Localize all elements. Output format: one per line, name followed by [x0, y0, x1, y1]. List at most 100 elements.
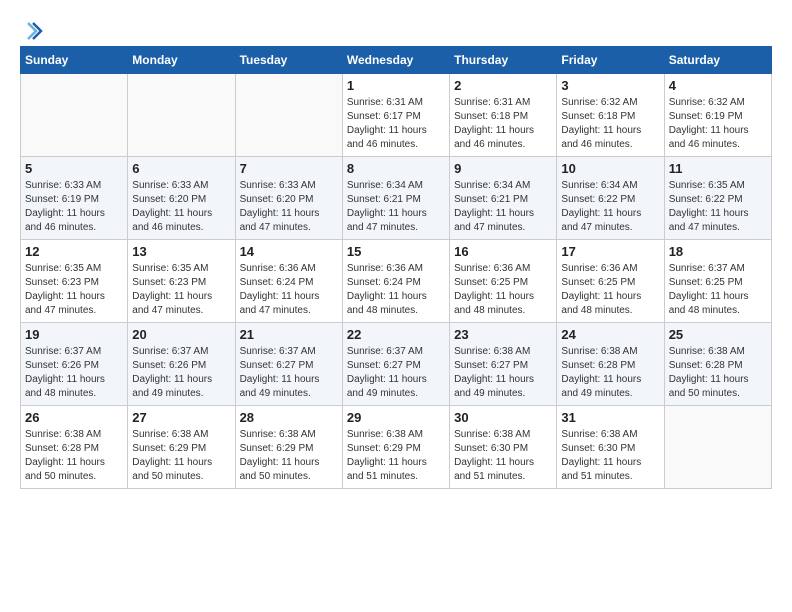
column-header-saturday: Saturday [664, 47, 771, 74]
day-number: 27 [132, 410, 230, 425]
day-info: Sunrise: 6:38 AM Sunset: 6:28 PM Dayligh… [25, 428, 123, 484]
calendar-cell: 30Sunrise: 6:38 AM Sunset: 6:30 PM Dayli… [450, 406, 557, 489]
calendar-week-row: 12 Sunrise: 6:35 AM Sunset: 6:23 PM Dayli… [21, 240, 772, 323]
column-header-friday: Friday [557, 47, 664, 74]
calendar-cell: 20 Sunrise: 6:37 AM Sunset: 6:26 PM Dayli… [128, 323, 235, 406]
day-number: 14 [240, 244, 338, 259]
day-number: 20 [132, 327, 230, 342]
day-info: Sunrise: 6:31 AM Sunset: 6:17 PM Dayligh… [347, 96, 445, 152]
day-number: 24 [561, 327, 659, 342]
calendar-cell: 11 Sunrise: 6:35 AM Sunset: 6:22 PM Dayli… [664, 157, 771, 240]
calendar-cell: 16 Sunrise: 6:36 AM Sunset: 6:25 PM Dayli… [450, 240, 557, 323]
page-header [20, 20, 772, 36]
day-info: Sunrise: 6:38 AM Sunset: 6:29 PM Dayligh… [240, 428, 338, 484]
calendar-cell: 8Sunrise: 6:34 AM Sunset: 6:21 PM Daylig… [342, 157, 449, 240]
calendar-cell: 27 Sunrise: 6:38 AM Sunset: 6:29 PM Dayli… [128, 406, 235, 489]
day-info: Sunrise: 6:34 AM Sunset: 6:22 PM Dayligh… [561, 179, 659, 235]
calendar-cell: 2 Sunrise: 6:31 AM Sunset: 6:18 PM Daylig… [450, 74, 557, 157]
day-info: Sunrise: 6:38 AM Sunset: 6:28 PM Dayligh… [669, 345, 767, 401]
calendar-header-row: SundayMondayTuesdayWednesdayThursdayFrid… [21, 47, 772, 74]
day-number: 8 [347, 161, 445, 176]
day-number: 6 [132, 161, 230, 176]
day-number: 2 [454, 78, 552, 93]
day-info: Sunrise: 6:37 AM Sunset: 6:26 PM Dayligh… [132, 345, 230, 401]
day-number: 13 [132, 244, 230, 259]
calendar-cell [664, 406, 771, 489]
day-number: 18 [669, 244, 767, 259]
day-number: 9 [454, 161, 552, 176]
calendar-cell: 28 Sunrise: 6:38 AM Sunset: 6:29 PM Dayli… [235, 406, 342, 489]
day-info: Sunrise: 6:37 AM Sunset: 6:27 PM Dayligh… [347, 345, 445, 401]
day-info: Sunrise: 6:33 AM Sunset: 6:19 PM Dayligh… [25, 179, 123, 235]
day-number: 16 [454, 244, 552, 259]
calendar-cell: 10 Sunrise: 6:34 AM Sunset: 6:22 PM Dayli… [557, 157, 664, 240]
day-number: 26 [25, 410, 123, 425]
day-number: 21 [240, 327, 338, 342]
day-info: Sunrise: 6:36 AM Sunset: 6:24 PM Dayligh… [347, 262, 445, 318]
day-number: 30 [454, 410, 552, 425]
calendar-cell: 21 Sunrise: 6:37 AM Sunset: 6:27 PM Dayli… [235, 323, 342, 406]
day-info: Sunrise: 6:32 AM Sunset: 6:18 PM Dayligh… [561, 96, 659, 152]
day-number: 22 [347, 327, 445, 342]
calendar-cell: 4 Sunrise: 6:32 AM Sunset: 6:19 PM Daylig… [664, 74, 771, 157]
day-info: Sunrise: 6:34 AM Sunset: 6:21 PM Dayligh… [454, 179, 552, 235]
day-info: Sunrise: 6:38 AM Sunset: 6:29 PM Dayligh… [347, 428, 445, 484]
day-info: Sunrise: 6:37 AM Sunset: 6:27 PM Dayligh… [240, 345, 338, 401]
day-number: 11 [669, 161, 767, 176]
calendar-cell: 12 Sunrise: 6:35 AM Sunset: 6:23 PM Dayli… [21, 240, 128, 323]
calendar-cell: 19Sunrise: 6:37 AM Sunset: 6:26 PM Dayli… [21, 323, 128, 406]
day-info: Sunrise: 6:38 AM Sunset: 6:28 PM Dayligh… [561, 345, 659, 401]
calendar-cell [235, 74, 342, 157]
day-number: 3 [561, 78, 659, 93]
day-info: Sunrise: 6:33 AM Sunset: 6:20 PM Dayligh… [240, 179, 338, 235]
calendar-body: 1Sunrise: 6:31 AM Sunset: 6:17 PM Daylig… [21, 74, 772, 489]
day-info: Sunrise: 6:38 AM Sunset: 6:30 PM Dayligh… [561, 428, 659, 484]
day-info: Sunrise: 6:37 AM Sunset: 6:25 PM Dayligh… [669, 262, 767, 318]
day-number: 4 [669, 78, 767, 93]
day-info: Sunrise: 6:35 AM Sunset: 6:22 PM Dayligh… [669, 179, 767, 235]
calendar-cell: 13 Sunrise: 6:35 AM Sunset: 6:23 PM Dayli… [128, 240, 235, 323]
day-number: 15 [347, 244, 445, 259]
calendar-week-row: 19 Sunrise: 6:37 AM Sunset: 6:26 PM Dayli… [21, 323, 772, 406]
day-info: Sunrise: 6:38 AM Sunset: 6:29 PM Dayligh… [132, 428, 230, 484]
calendar-cell: 23 Sunrise: 6:38 AM Sunset: 6:27 PM Dayli… [450, 323, 557, 406]
day-number: 28 [240, 410, 338, 425]
calendar-cell: 29 Sunrise: 6:38 AM Sunset: 6:29 PM Dayli… [342, 406, 449, 489]
logo-icon [22, 20, 44, 42]
day-number: 23 [454, 327, 552, 342]
calendar-table: SundayMondayTuesdayWednesdayThursdayFrid… [20, 46, 772, 489]
calendar-cell: 3 Sunrise: 6:32 AM Sunset: 6:18 PM Daylig… [557, 74, 664, 157]
day-number: 25 [669, 327, 767, 342]
day-info: Sunrise: 6:31 AM Sunset: 6:18 PM Dayligh… [454, 96, 552, 152]
day-number: 17 [561, 244, 659, 259]
column-header-sunday: Sunday [21, 47, 128, 74]
calendar-cell: 24 Sunrise: 6:38 AM Sunset: 6:28 PM Dayli… [557, 323, 664, 406]
day-info: Sunrise: 6:33 AM Sunset: 6:20 PM Dayligh… [132, 179, 230, 235]
day-info: Sunrise: 6:35 AM Sunset: 6:23 PM Dayligh… [132, 262, 230, 318]
calendar-week-row: 1Sunrise: 6:31 AM Sunset: 6:17 PM Daylig… [21, 74, 772, 157]
calendar-cell: 26 Sunrise: 6:38 AM Sunset: 6:28 PM Dayli… [21, 406, 128, 489]
calendar-week-row: 5 Sunrise: 6:33 AM Sunset: 6:19 PM Daylig… [21, 157, 772, 240]
day-number: 19 [25, 327, 123, 342]
day-number: 12 [25, 244, 123, 259]
calendar-cell: 9 Sunrise: 6:34 AM Sunset: 6:21 PM Daylig… [450, 157, 557, 240]
logo [20, 20, 46, 36]
day-number: 29 [347, 410, 445, 425]
calendar-cell: 18 Sunrise: 6:37 AM Sunset: 6:25 PM Dayli… [664, 240, 771, 323]
column-header-tuesday: Tuesday [235, 47, 342, 74]
calendar-cell: 17Sunrise: 6:36 AM Sunset: 6:25 PM Dayli… [557, 240, 664, 323]
day-number: 10 [561, 161, 659, 176]
calendar-cell: 25 Sunrise: 6:38 AM Sunset: 6:28 PM Dayli… [664, 323, 771, 406]
day-info: Sunrise: 6:32 AM Sunset: 6:19 PM Dayligh… [669, 96, 767, 152]
day-info: Sunrise: 6:38 AM Sunset: 6:27 PM Dayligh… [454, 345, 552, 401]
calendar-cell: 22 Sunrise: 6:37 AM Sunset: 6:27 PM Dayli… [342, 323, 449, 406]
day-number: 7 [240, 161, 338, 176]
calendar-cell: 14 Sunrise: 6:36 AM Sunset: 6:24 PM Dayli… [235, 240, 342, 323]
calendar-cell [21, 74, 128, 157]
day-info: Sunrise: 6:36 AM Sunset: 6:25 PM Dayligh… [454, 262, 552, 318]
calendar-cell: 5 Sunrise: 6:33 AM Sunset: 6:19 PM Daylig… [21, 157, 128, 240]
day-info: Sunrise: 6:36 AM Sunset: 6:24 PM Dayligh… [240, 262, 338, 318]
day-number: 5 [25, 161, 123, 176]
day-info: Sunrise: 6:35 AM Sunset: 6:23 PM Dayligh… [25, 262, 123, 318]
column-header-thursday: Thursday [450, 47, 557, 74]
